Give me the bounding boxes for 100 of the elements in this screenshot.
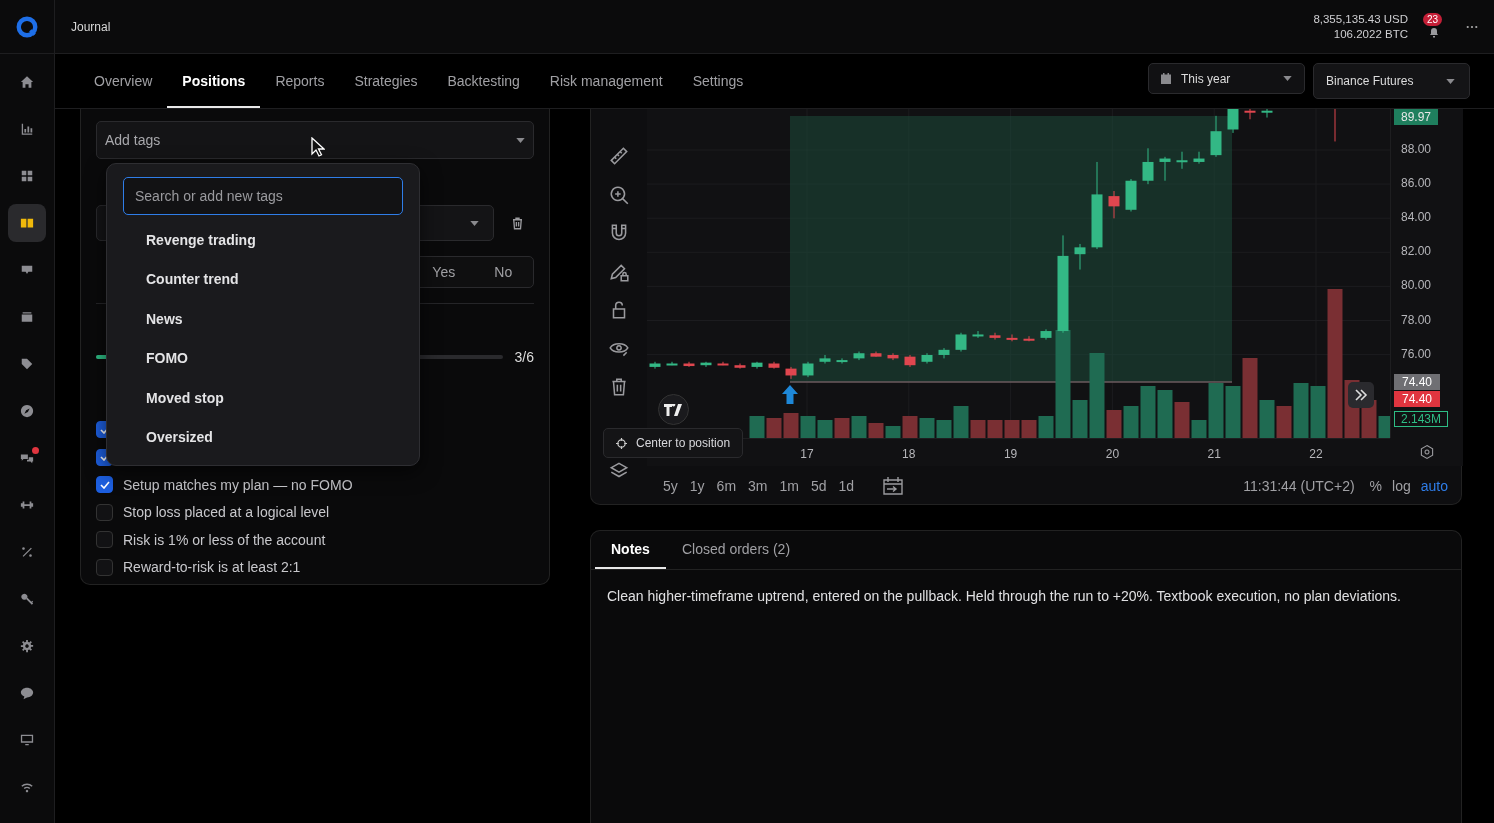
nav-tab[interactable]: Reports [260, 54, 340, 108]
center-to-position-button[interactable]: Center to position [603, 428, 744, 458]
page-title: Journal [71, 19, 111, 34]
candle [1006, 333, 1018, 342]
tag-option[interactable]: Oversized [123, 417, 403, 458]
range-button[interactable]: 1y [683, 477, 711, 494]
candle [1108, 190, 1120, 219]
candle [751, 361, 763, 370]
price-label: 84.00 [1401, 210, 1432, 225]
logo-icon [16, 15, 38, 38]
price-label: 76.00 [1401, 346, 1432, 361]
balance-btc: 106.2022 BTC [1333, 26, 1408, 42]
price-label: 82.00 [1401, 244, 1432, 259]
volume-bar [766, 418, 782, 438]
time-label: 18 [902, 447, 916, 461]
candle [802, 361, 814, 378]
settings-icon [20, 639, 34, 653]
caret-icon [470, 220, 479, 226]
cursor-icon [311, 137, 325, 157]
range-button[interactable]: 6m [710, 477, 743, 494]
more-icon[interactable] [1466, 24, 1478, 29]
scale-option[interactable]: % [1364, 477, 1388, 494]
checkbox[interactable] [96, 476, 113, 493]
notes-tab[interactable]: Notes [595, 531, 666, 569]
range-button[interactable]: 1d [832, 477, 861, 494]
candle [1261, 109, 1273, 119]
entry-arrow-icon [782, 385, 798, 404]
nav-tab[interactable]: Strategies [339, 54, 433, 108]
notifications-button[interactable]: 23 [1422, 11, 1446, 42]
scale-option[interactable]: auto [1415, 477, 1453, 494]
volume-bar [987, 420, 1003, 438]
candle [904, 354, 916, 368]
candle [921, 352, 933, 364]
nav-tab[interactable]: Overview [79, 54, 168, 108]
compass-icon [20, 404, 34, 418]
note-text: Clean higher-timeframe uptrend, entered on the pullback. Held through the run to +20%. Textbook execution, no plan deviations. [607, 588, 1402, 604]
price-label: 86.00 [1401, 176, 1432, 191]
speech-bubble-icon [20, 686, 34, 700]
nav-tab[interactable]: Backtesting [432, 54, 535, 108]
candle [717, 361, 729, 366]
time-label: 22 [1309, 447, 1323, 461]
candle [1142, 147, 1154, 185]
checklist-label: Reward-to-risk is at least 2:1 [123, 559, 301, 575]
candle [887, 352, 899, 361]
tag-option[interactable]: FOMO [123, 339, 403, 379]
checkbox[interactable] [96, 558, 113, 576]
book-icon [20, 216, 34, 230]
volume-bar [783, 413, 799, 438]
last-price-tag: 89.97 [1394, 109, 1439, 125]
bell-icon [1428, 26, 1440, 39]
range-button[interactable]: 5y [657, 477, 684, 494]
candle [1125, 178, 1137, 212]
chevrons-right-icon[interactable] [1348, 382, 1374, 408]
time-label: 20 [1105, 447, 1120, 461]
candle [938, 347, 950, 359]
candle [1227, 109, 1239, 134]
grid-icon [20, 169, 34, 183]
price-tag: 74.40 [1394, 391, 1441, 407]
calendar-icon [1161, 73, 1171, 84]
tag-option[interactable]: Moved stop [123, 378, 403, 418]
ruler-icon[interactable] [608, 145, 630, 167]
toggle-option[interactable]: No [473, 257, 533, 287]
volume-bar [1157, 390, 1173, 438]
filter-dropdown[interactable]: Binance Futures [1313, 63, 1470, 99]
settings-icon[interactable] [1418, 444, 1435, 460]
caret-icon [1446, 78, 1455, 84]
tag-option[interactable]: Counter trend [123, 260, 403, 300]
tag-search-field[interactable]: Search or add new tags [123, 177, 403, 215]
alert-dot [32, 447, 39, 454]
calendar-icon[interactable] [882, 475, 905, 496]
progress-reading: 3/6 [514, 349, 534, 365]
sidebar-item[interactable] [8, 204, 46, 242]
range-button[interactable]: 5d [804, 477, 833, 494]
volume-tag: 2.143M [1394, 411, 1449, 427]
candle [853, 351, 865, 361]
checklist-label: Stop loss placed at a logical level [123, 504, 330, 520]
tag-option[interactable]: News [123, 299, 403, 340]
candle [683, 361, 695, 368]
notes-tab[interactable]: Closed orders (2) [665, 531, 807, 569]
toggle-option[interactable]: Yes [414, 257, 474, 287]
logo-icon[interactable] [658, 394, 689, 425]
range-button[interactable]: 1m [773, 477, 805, 494]
candle [1193, 151, 1205, 165]
trash-icon[interactable] [510, 215, 525, 231]
checklist-label: Setup matches my plan — no FOMO [123, 476, 353, 493]
range-button[interactable]: 3m [742, 477, 774, 494]
price-label: 78.00 [1401, 312, 1432, 327]
tag-option[interactable]: Revenge trading [123, 221, 403, 261]
volume-bar [749, 416, 765, 438]
crosshair-icon [616, 437, 627, 449]
tags-dropdown[interactable]: Add tags [96, 121, 534, 159]
volume-bar [1021, 420, 1037, 438]
scale-option[interactable]: log [1387, 477, 1416, 494]
checkbox[interactable] [96, 503, 113, 521]
time-label: 19 [1003, 447, 1018, 461]
notification-count: 23 [1423, 12, 1443, 26]
filter-dropdown[interactable]: This year [1148, 63, 1305, 94]
nav-tab[interactable]: Risk management [534, 54, 678, 108]
checkbox[interactable] [96, 531, 113, 548]
nav-tab[interactable]: Settings [677, 54, 759, 108]
